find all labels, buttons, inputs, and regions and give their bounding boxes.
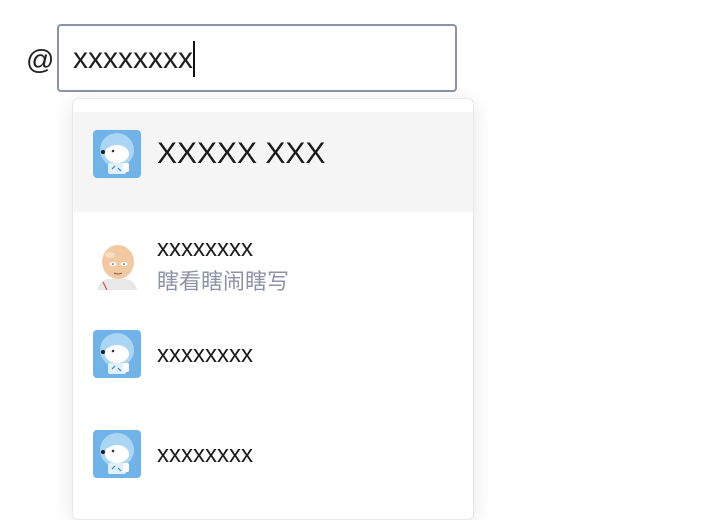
mention-suggestion-dropdown: XXXXX XXX xxxxxxxx 瞎看瞎闹瞎写 xxxxxxxx xxxxx… [72, 98, 474, 520]
suggestion-subtitle: 瞎看瞎闹瞎写 [157, 269, 290, 294]
suggestion-name: XXXXX XXX [157, 137, 326, 170]
suggestion-item[interactable]: xxxxxxxx [73, 312, 473, 412]
mention-input-value: xxxxxxxx [73, 41, 195, 77]
mention-input[interactable]: xxxxxxxx [57, 24, 457, 92]
robot-dog-avatar [93, 330, 141, 378]
bald-man-avatar [93, 242, 141, 290]
suggestion-item[interactable]: XXXXX XXX [73, 112, 473, 212]
robot-dog-avatar [93, 130, 141, 178]
suggestion-name: xxxxxxxx [157, 341, 253, 368]
suggestion-name: xxxxxxxx [157, 235, 253, 262]
suggestion-name: xxxxxxxx [157, 441, 253, 468]
robot-dog-avatar [93, 430, 141, 478]
at-sign: @ [26, 44, 55, 75]
text-caret [193, 41, 195, 77]
suggestion-item[interactable]: xxxxxxxx 瞎看瞎闹瞎写 [73, 212, 473, 312]
suggestion-item[interactable]: xxxxxxxx [73, 412, 473, 512]
